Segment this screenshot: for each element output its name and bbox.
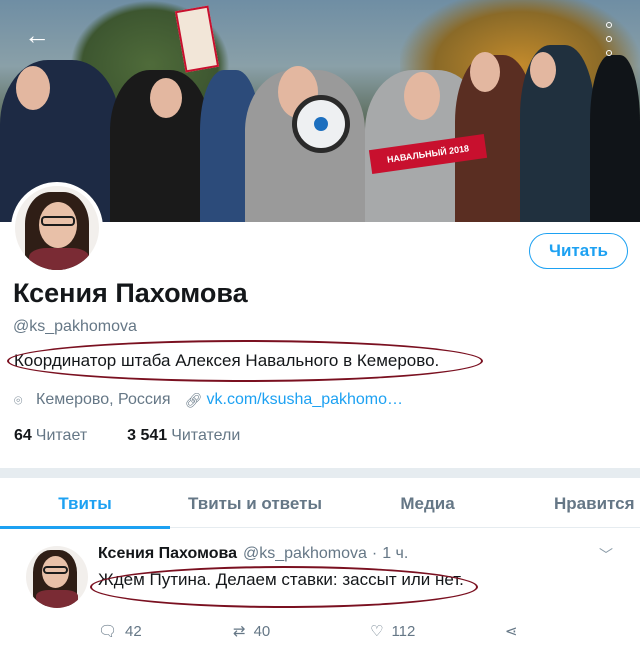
avatar-glasses xyxy=(41,216,75,226)
tab-tweets[interactable]: Твиты xyxy=(0,478,170,529)
profile-banner: НАВАЛЬНЫЙ 2018 xyxy=(0,0,640,222)
profile-website-link[interactable]: vk.com/ksusha_pakhomo… xyxy=(207,391,404,409)
following-label: Читает xyxy=(35,427,88,444)
heart-icon: ♡ xyxy=(370,623,384,640)
banner-face xyxy=(150,78,182,118)
tab-media[interactable]: Медиа xyxy=(340,478,515,528)
tweet-text: Ждем Путина. Делаем ставки: зассыт или н… xyxy=(98,570,464,589)
profile-location: Кемерово, Россия xyxy=(36,391,171,408)
reply-count: 42 xyxy=(125,622,142,640)
megaphone-icon xyxy=(292,95,350,153)
arrow-left-icon: ← xyxy=(24,20,50,50)
more-dot-icon xyxy=(606,36,612,42)
following-count-link[interactable]: 64 Читает xyxy=(14,427,87,445)
link-icon: 🔗︎ xyxy=(184,391,203,408)
like-button[interactable]: ♡ 112 xyxy=(370,622,416,641)
chevron-down-icon[interactable]: ﹀ xyxy=(599,545,613,565)
avatar-body xyxy=(29,248,89,270)
tweet-avatar[interactable] xyxy=(26,546,88,608)
profile-avatar[interactable] xyxy=(11,182,103,274)
reply-button[interactable]: 🗨︎ 42 xyxy=(98,622,142,641)
tweet-time[interactable]: 1 ч. xyxy=(382,545,408,563)
retweet-button[interactable]: ⇄ 40 xyxy=(233,622,271,641)
following-count: 64 xyxy=(14,427,32,444)
more-options-button[interactable] xyxy=(596,22,622,56)
reply-icon: 🗨︎ xyxy=(98,623,118,640)
follow-button[interactable]: Читать xyxy=(529,233,628,269)
retweet-icon: ⇄ xyxy=(233,623,246,640)
followers-count: 3 541 xyxy=(127,427,168,444)
back-button[interactable]: ← xyxy=(20,20,54,54)
banner-person xyxy=(590,55,640,222)
followers-label: Читатели xyxy=(171,427,241,444)
banner-face xyxy=(16,66,50,110)
like-count: 112 xyxy=(391,622,416,640)
profile-name: Ксения Пахомова xyxy=(13,278,248,308)
tab-likes[interactable]: Нравится xyxy=(515,478,640,528)
tweet-author-handle: @ks_pakhomova xyxy=(243,545,367,562)
tweet-separator: · xyxy=(371,545,378,562)
tab-tweets-and-replies[interactable]: Твиты и ответы xyxy=(170,478,340,528)
retweet-count: 40 xyxy=(253,622,271,640)
banner-face xyxy=(404,72,440,120)
share-icon: ⋖ xyxy=(505,623,518,640)
location-pin-icon: ⌾ xyxy=(14,391,23,408)
profile-handle: @ks_pakhomova xyxy=(13,318,137,335)
avatar-body xyxy=(36,590,78,608)
followers-count-link[interactable]: 3 541 Читатели xyxy=(127,427,240,445)
avatar-glasses xyxy=(43,566,68,574)
profile-meta: ⌾ Кемерово, Россия 🔗︎ vk.com/ksusha_pakh… xyxy=(14,390,403,410)
banner-face xyxy=(470,52,500,92)
banner-face xyxy=(530,52,556,88)
tweet-author-name[interactable]: Ксения Пахомова xyxy=(98,545,237,563)
more-dot-icon xyxy=(606,50,612,56)
profile-bio: Координатор штаба Алексея Навального в К… xyxy=(14,351,440,370)
more-dot-icon xyxy=(606,22,612,28)
profile-tabs: Твиты Твиты и ответы Медиа Нравится xyxy=(0,478,640,529)
profile-counts: 64 Читает 3 541 Читатели xyxy=(14,427,280,445)
tweet-header: Ксения Пахомова @ks_pakhomova · 1 ч. xyxy=(98,545,408,563)
share-button[interactable]: ⋖ xyxy=(505,622,526,640)
tweet-actions: 🗨︎ 42 ⇄ 40 ♡ 112 ⋖ xyxy=(98,622,538,644)
section-divider xyxy=(0,468,640,478)
